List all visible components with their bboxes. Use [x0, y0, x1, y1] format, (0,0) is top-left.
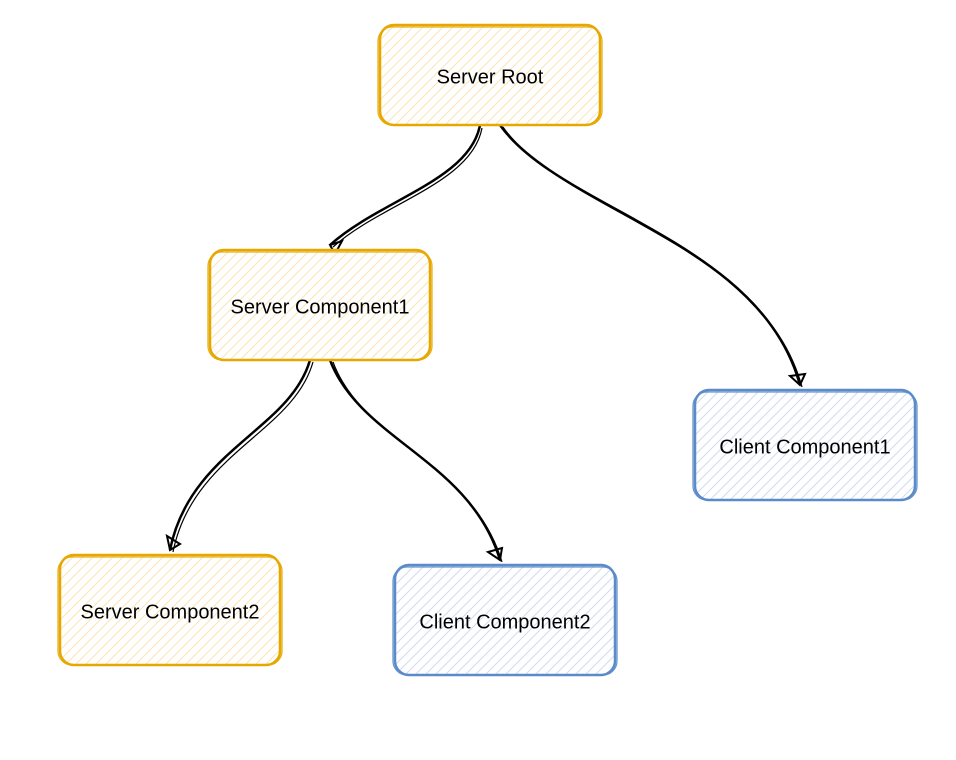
node-client-component2-label: Client Component2 [419, 611, 590, 633]
node-server-root: Server Root [378, 25, 602, 125]
edge-root-client1 [500, 125, 805, 387]
edge-server1-server2 [167, 360, 313, 552]
edge-root-server1 [330, 125, 482, 254]
edge-server1-client2 [330, 360, 502, 562]
node-client-component1-label: Client Component1 [719, 436, 890, 458]
node-server-component1: Server Component1 [208, 250, 432, 360]
node-server-component2: Server Component2 [58, 555, 282, 665]
node-client-component1: Client Component1 [693, 390, 917, 500]
diagram-canvas: Server Root Server Component1 Client Com… [0, 0, 956, 760]
node-client-component2: Client Component2 [393, 565, 617, 675]
node-server-root-label: Server Root [437, 66, 544, 88]
node-server-component2-label: Server Component2 [81, 601, 260, 623]
node-server-component1-label: Server Component1 [231, 296, 410, 318]
